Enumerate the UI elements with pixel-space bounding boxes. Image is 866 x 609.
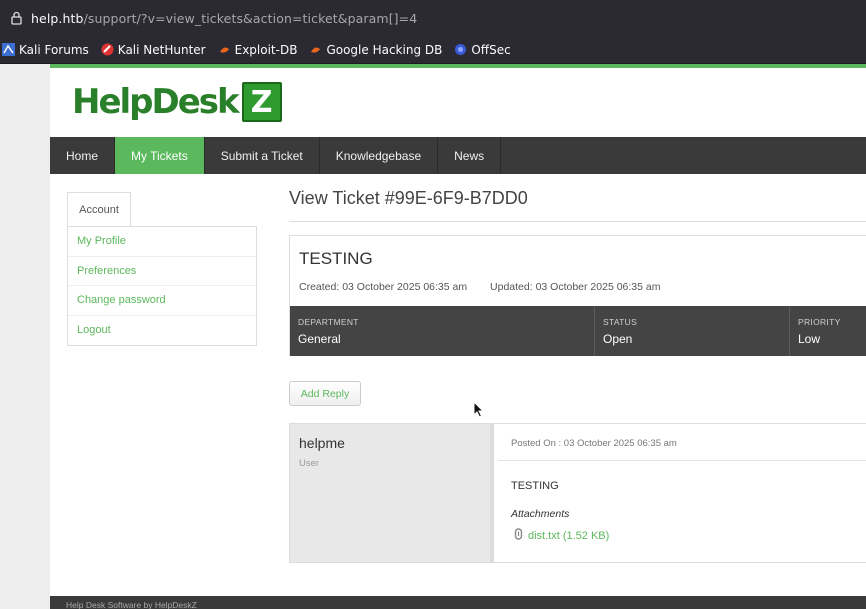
paperclip-icon [514,528,523,543]
reply-author: helpme [299,435,345,451]
top-accent-line [50,64,866,68]
account-menu: My Profile Preferences Change password L… [67,226,257,346]
attachments-heading: Attachments [511,508,570,520]
meta-label: STATUS [603,317,638,327]
meta-priority: PRIORITY Low [790,306,866,356]
footer-text: Help Desk Software by HelpDeskZ [66,600,197,609]
meta-label: PRIORITY [798,317,841,327]
bookmark-label: Kali NetHunter [117,42,206,57]
title-divider [289,221,866,222]
attachment-link[interactable]: dist.txt (1.52 KB) [514,528,609,543]
sidebar-item-my-profile[interactable]: My Profile [68,227,256,257]
bookmark-label: Google Hacking DB [326,42,443,57]
bookmark-label: OffSec [471,42,511,57]
reply-divider [498,460,866,461]
url-path: /support/?v=view_tickets&action=ticket&p… [83,10,418,26]
bookmark-kali-forums[interactable]: Kali Forums [2,43,89,57]
site-logo[interactable]: HelpDesk Z [72,80,282,124]
ticket-summary: TESTING Created: 03 October 2025 06:35 a… [289,235,866,356]
nav-my-tickets[interactable]: My Tickets [115,137,205,174]
ticket-reply: helpme User Posted On : 03 October 2025 … [289,423,866,563]
ghdb-icon [309,43,322,56]
url-host: help.htb [31,10,84,26]
sidebar-item-logout[interactable]: Logout [68,316,256,346]
bookmark-label: Exploit-DB [234,42,298,57]
sidebar-item-change-password[interactable]: Change password [68,286,256,316]
page-title: View Ticket #99E-6F9-B7DD0 [289,188,528,208]
nav-home[interactable]: Home [50,137,116,174]
ticket-dates: Created: 03 October 2025 06:35 am Update… [299,281,680,293]
meta-label: DEPARTMENT [298,317,359,327]
bookmark-kali-nethunter[interactable]: Kali NetHunter [101,43,206,57]
bookmark-exploit-db[interactable]: Exploit-DB [218,42,298,57]
reply-message: TESTING [511,480,559,492]
sidebar-item-preferences[interactable]: Preferences [68,257,256,286]
logo-word: HelpDesk [72,82,240,122]
nav-knowledgebase[interactable]: Knowledgebase [320,137,439,174]
offsec-icon [454,43,467,56]
address-bar[interactable]: help.htb/support/?v=view_tickets&action=… [0,0,866,36]
meta-department: DEPARTMENT General [290,306,595,356]
ticket-subject: TESTING [299,249,373,268]
reply-author-role: User [299,458,320,469]
meta-value: General [298,332,341,346]
mouse-cursor-icon [473,400,485,422]
bookmark-offsec[interactable]: OffSec [454,42,511,57]
url-text[interactable]: help.htb/support/?v=view_tickets&action=… [31,11,417,26]
lock-icon[interactable] [10,11,23,25]
nav-submit-ticket[interactable]: Submit a Ticket [205,137,320,174]
logo-badge: Z [241,82,282,122]
bookmark-label: Kali Forums [19,42,89,57]
meta-value: Open [603,332,633,346]
attachment-label: dist.txt (1.52 KB) [528,529,610,542]
meta-status: STATUS Open [595,306,790,356]
bookmark-ghdb[interactable]: Google Hacking DB [309,43,442,57]
main-nav: Home My Tickets Submit a Ticket Knowledg… [50,137,866,174]
ticket-meta-bar: DEPARTMENT General STATUS Open PRIORITY … [290,306,866,356]
bookmarks-toolbar: Kali Forums Kali NetHunter Exploit-DB Go… [0,36,866,64]
updated-date: Updated: 03 October 2025 06:35 am [490,281,661,293]
page-footer: Help Desk Software by HelpDeskZ [50,596,866,609]
kali-forums-icon [2,43,15,56]
kali-nethunter-icon [101,43,114,56]
reply-author-panel: helpme User [290,424,494,562]
add-reply-button[interactable]: Add Reply [289,381,361,406]
created-date: Created: 03 October 2025 06:35 am [299,281,468,293]
meta-value: Low [798,332,821,346]
nav-news[interactable]: News [438,137,502,174]
exploit-db-icon [218,43,231,56]
reply-posted-date: Posted On : 03 October 2025 06:35 am [511,438,677,449]
page-viewport: HelpDesk Z Home My Tickets Submit a Tick… [0,64,866,609]
tab-account[interactable]: Account [67,192,131,226]
